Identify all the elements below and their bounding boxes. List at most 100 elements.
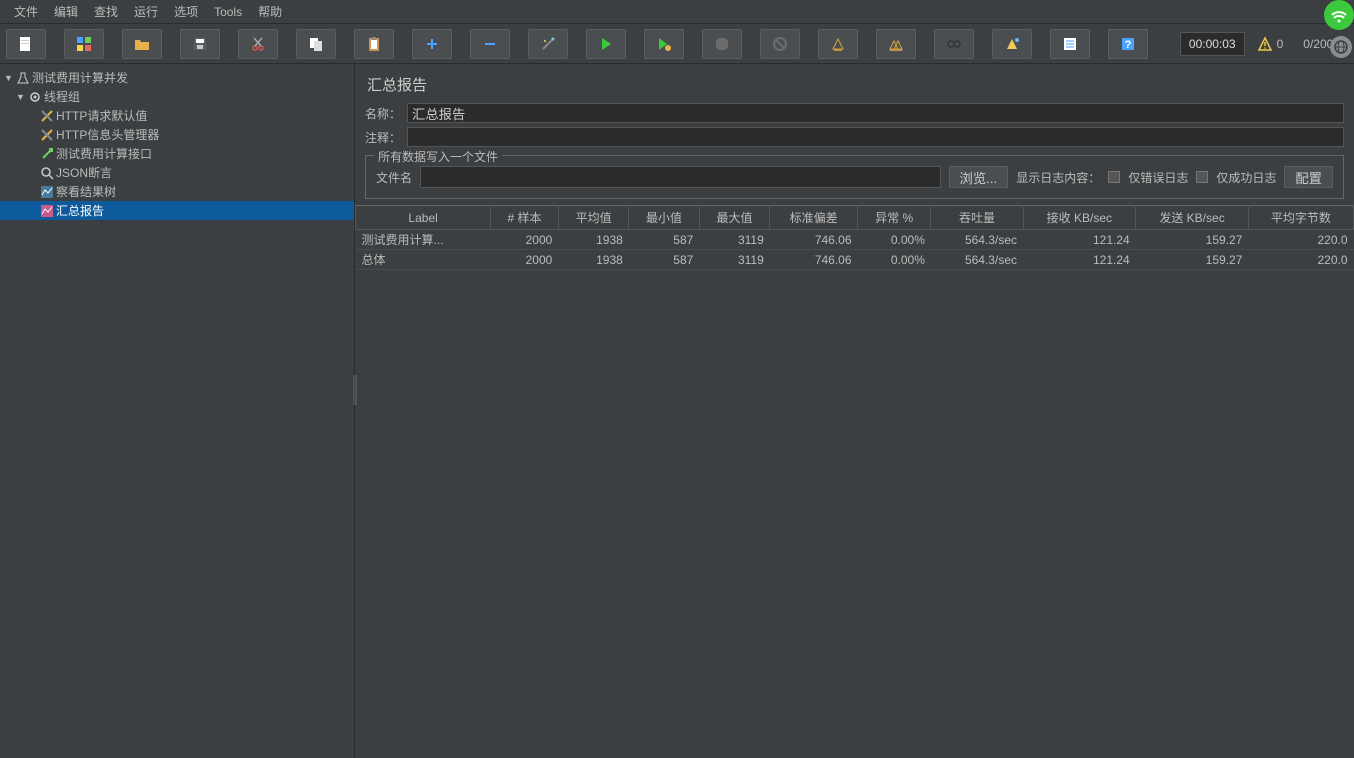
table-header[interactable]: 最小值 <box>629 206 699 230</box>
flask-icon <box>14 71 32 85</box>
table-cell: 121.24 <box>1023 250 1136 270</box>
start-button[interactable] <box>586 29 626 59</box>
menu-file[interactable]: 文件 <box>6 3 46 20</box>
table-cell: 587 <box>629 250 699 270</box>
add-button[interactable] <box>412 29 452 59</box>
table-cell: 220.0 <box>1248 250 1353 270</box>
table-header[interactable]: 最大值 <box>699 206 769 230</box>
function-helper-button[interactable] <box>1050 29 1090 59</box>
panel-title: 汇总报告 <box>355 64 1354 101</box>
help-button[interactable]: ? <box>1108 29 1148 59</box>
file-output-fieldset: 所有数据写入一个文件 文件名 浏览... 显示日志内容： 仅错误日志 仅成功日志… <box>365 155 1344 199</box>
browse-button[interactable]: 浏览... <box>949 166 1009 188</box>
table-row[interactable]: 总体200019385873119746.060.00%564.3/sec121… <box>356 250 1354 270</box>
table-header[interactable]: 接收 KB/sec <box>1023 206 1136 230</box>
comment-input[interactable] <box>407 127 1344 147</box>
menu-edit[interactable]: 编辑 <box>46 3 86 20</box>
new-file-button[interactable] <box>6 29 46 59</box>
table-header[interactable]: 吞吐量 <box>931 206 1023 230</box>
templates-button[interactable] <box>64 29 104 59</box>
name-input[interactable] <box>407 103 1344 123</box>
sampler-icon <box>38 147 56 161</box>
remove-button[interactable] <box>470 29 510 59</box>
tree-item-summary-report[interactable]: 汇总报告 <box>0 201 354 220</box>
splitter-handle[interactable] <box>352 370 358 410</box>
clear-all-button[interactable] <box>876 29 916 59</box>
table-cell: 1938 <box>558 230 628 250</box>
only-success-checkbox[interactable] <box>1196 171 1208 183</box>
svg-text:?: ? <box>1125 39 1132 51</box>
table-header[interactable]: 平均字节数 <box>1248 206 1353 230</box>
log-label: 显示日志内容： <box>1016 169 1100 186</box>
table-cell: 159.27 <box>1136 230 1249 250</box>
stop-button[interactable] <box>702 29 742 59</box>
tree-thread-group[interactable]: ▼ 线程组 <box>0 87 354 106</box>
menu-run[interactable]: 运行 <box>126 3 166 20</box>
menu-help[interactable]: 帮助 <box>250 3 290 20</box>
gear-icon <box>26 90 44 104</box>
table-header[interactable]: 平均值 <box>558 206 628 230</box>
tree-item-sampler[interactable]: 测试费用计算接口 <box>0 144 354 163</box>
comment-label: 注释： <box>365 129 401 146</box>
table-header[interactable]: 发送 KB/sec <box>1136 206 1249 230</box>
save-button[interactable] <box>180 29 220 59</box>
start-no-pause-button[interactable] <box>644 29 684 59</box>
tree-item-assertion[interactable]: JSON断言 <box>0 163 354 182</box>
table-cell: 121.24 <box>1023 230 1136 250</box>
table-cell: 2000 <box>491 250 559 270</box>
shutdown-button[interactable] <box>760 29 800 59</box>
name-label: 名称： <box>365 105 401 122</box>
tree-item-results-tree[interactable]: 察看结果树 <box>0 182 354 201</box>
menu-tools[interactable]: Tools <box>206 5 250 19</box>
menubar: 文件 编辑 查找 运行 选项 Tools 帮助 <box>0 0 1354 24</box>
wrench-icon <box>38 109 56 123</box>
globe-icon <box>1330 36 1352 58</box>
chart-icon <box>38 204 56 218</box>
table-cell: 0.00% <box>858 250 931 270</box>
results-table-wrap[interactable]: Label# 样本平均值最小值最大值标准偏差异常 %吞吐量接收 KB/sec发送… <box>355 205 1354 758</box>
tree-root[interactable]: ▼ 测试费用计算并发 <box>0 68 354 87</box>
search-button[interactable] <box>934 29 974 59</box>
table-cell: 1938 <box>558 250 628 270</box>
only-error-label: 仅错误日志 <box>1128 169 1188 186</box>
table-cell: 3119 <box>699 250 769 270</box>
warning-icon <box>1257 36 1273 52</box>
only-success-label: 仅成功日志 <box>1216 169 1276 186</box>
wifi-icon <box>1324 0 1354 30</box>
file-input[interactable] <box>420 166 941 188</box>
wand-button[interactable] <box>528 29 568 59</box>
table-header[interactable]: # 样本 <box>491 206 559 230</box>
menu-find[interactable]: 查找 <box>86 3 126 20</box>
open-button[interactable] <box>122 29 162 59</box>
assertion-icon <box>38 166 56 180</box>
table-cell: 564.3/sec <box>931 230 1023 250</box>
clear-button[interactable] <box>818 29 858 59</box>
only-error-checkbox[interactable] <box>1108 171 1120 183</box>
table-cell: 746.06 <box>770 250 858 270</box>
tree-item-http-defaults[interactable]: HTTP请求默认值 <box>0 106 354 125</box>
detail-pane: 汇总报告 名称： 注释： 所有数据写入一个文件 文件名 浏览... 显示日志内容… <box>355 64 1354 758</box>
reset-search-button[interactable] <box>992 29 1032 59</box>
results-table: Label# 样本平均值最小值最大值标准偏差异常 %吞吐量接收 KB/sec发送… <box>355 205 1354 270</box>
copy-button[interactable] <box>296 29 336 59</box>
table-cell: 220.0 <box>1248 230 1353 250</box>
cut-button[interactable] <box>238 29 278 59</box>
table-cell: 159.27 <box>1136 250 1249 270</box>
table-cell: 564.3/sec <box>931 250 1023 270</box>
table-cell: 587 <box>629 230 699 250</box>
table-header[interactable]: 标准偏差 <box>770 206 858 230</box>
table-cell: 3119 <box>699 230 769 250</box>
table-row[interactable]: 测试费用计算...200019385873119746.060.00%564.3… <box>356 230 1354 250</box>
table-header[interactable]: 异常 % <box>858 206 931 230</box>
timer-display: 00:00:03 <box>1180 32 1245 56</box>
table-cell: 总体 <box>356 250 491 270</box>
table-cell: 测试费用计算... <box>356 230 491 250</box>
tree-pane[interactable]: ▼ 测试费用计算并发 ▼ 线程组 HTTP请求默认值 HTTP信息头管理器 测试… <box>0 64 355 758</box>
menu-options[interactable]: 选项 <box>166 3 206 20</box>
tree-item-http-header[interactable]: HTTP信息头管理器 <box>0 125 354 144</box>
wrench-icon <box>38 128 56 142</box>
paste-button[interactable] <box>354 29 394 59</box>
table-header[interactable]: Label <box>356 206 491 230</box>
config-button[interactable]: 配置 <box>1284 166 1333 188</box>
fieldset-legend: 所有数据写入一个文件 <box>374 148 502 165</box>
